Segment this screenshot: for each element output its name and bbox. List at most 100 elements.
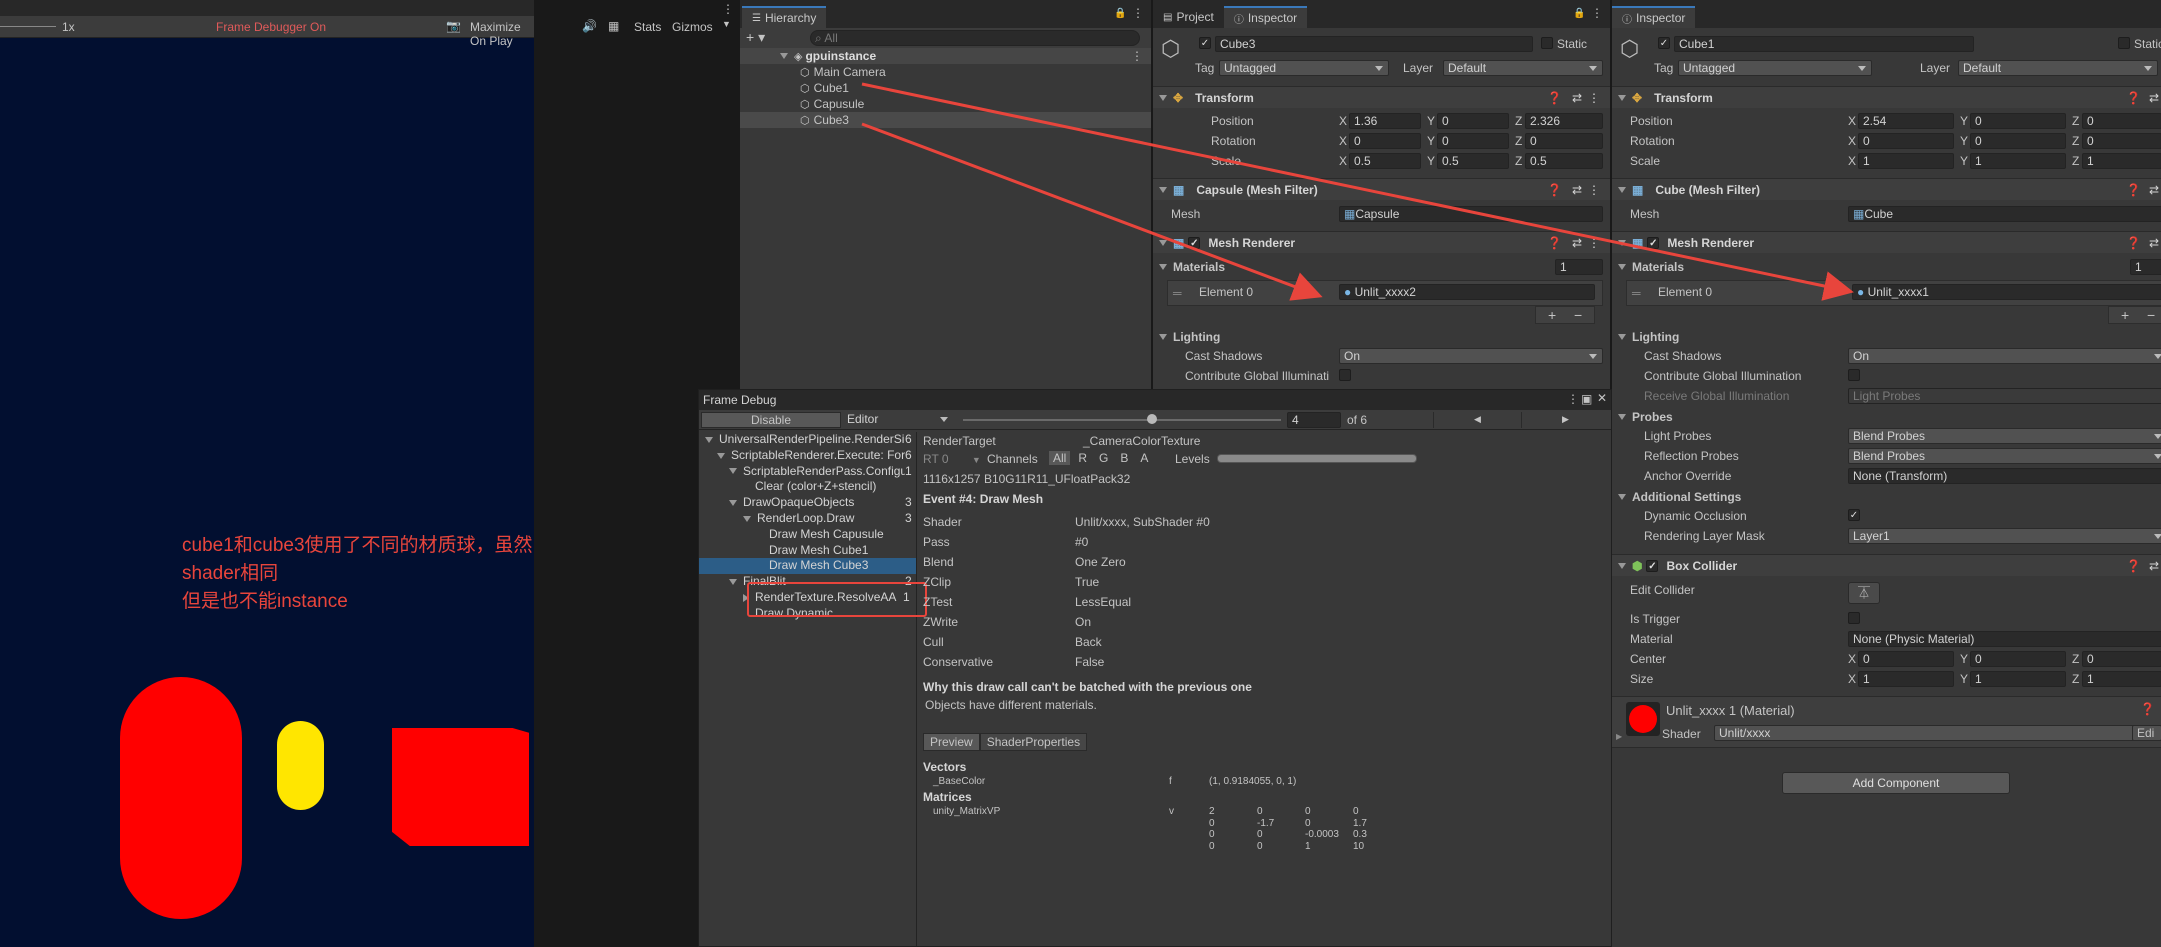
tab-shader-properties[interactable]: ShaderProperties <box>979 733 1088 751</box>
element0-field[interactable]: ● Unlit_xxxx2 <box>1339 284 1595 300</box>
mesh-renderer-enabled-checkbox[interactable]: ✓ <box>1188 236 1201 249</box>
anchor-override-field[interactable]: None (Transform) <box>1848 468 2161 484</box>
scale-y-field[interactable]: 0.5 <box>1437 153 1509 169</box>
hierarchy-item[interactable]: ⬡ Capusule <box>740 96 1151 112</box>
stats-button[interactable]: Stats <box>634 20 661 34</box>
cast-shadows-dropdown[interactable]: On <box>1848 348 2161 364</box>
mesh-renderer-enabled-checkbox[interactable]: ✓ <box>1647 236 1660 249</box>
tab-inspector[interactable]: ⓘ Inspector <box>1223 6 1308 28</box>
preset-icon[interactable]: ⇄ <box>2149 559 2159 573</box>
rendering-layer-mask-dropdown[interactable]: Layer1 <box>1848 528 2161 544</box>
contribute-gi-checkbox[interactable] <box>1339 369 1351 381</box>
layer-dropdown[interactable]: Default <box>1958 60 2158 76</box>
channel-b-button[interactable]: B <box>1114 451 1134 465</box>
add-element-button[interactable]: + <box>1548 307 1556 323</box>
audio-icon[interactable]: 🔊 <box>582 19 597 33</box>
remove-element-button[interactable]: − <box>2147 307 2155 323</box>
drag-handle-icon[interactable]: ═ <box>1632 286 1641 300</box>
menu-dots-icon[interactable]: ⋮ <box>1132 6 1144 20</box>
preset-icon[interactable]: ⇄ <box>2149 236 2159 250</box>
hierarchy-item[interactable]: ⬡ Main Camera <box>740 64 1151 80</box>
transform-header[interactable]: ✥ Transform ❓ ⇄ <box>1612 86 2161 108</box>
help-icon[interactable]: ❓ <box>2140 702 2155 716</box>
event-slider-track[interactable] <box>963 419 1281 421</box>
event-slider-thumb[interactable] <box>1147 414 1157 424</box>
is-trigger-checkbox[interactable] <box>1848 612 1860 624</box>
size-y-field[interactable]: 1 <box>1970 671 2066 687</box>
collapse-arrow-icon[interactable]: ▶ <box>1616 732 1622 741</box>
object-name-field[interactable]: Cube1 <box>1674 36 1974 52</box>
mesh-filter-header[interactable]: ▦ Capsule (Mesh Filter) ❓ ⇄ ⋮ <box>1153 178 1610 200</box>
box-collider-header[interactable]: ⬢ ✓ Box Collider ❓ ⇄ <box>1612 554 2161 576</box>
mesh-renderer-header[interactable]: ▦ ✓ Mesh Renderer ❓ ⇄ ⋮ <box>1153 231 1610 253</box>
expand-arrow-icon[interactable] <box>729 579 737 586</box>
add-component-button[interactable]: Add Component <box>1782 772 2010 794</box>
scale-slider[interactable] <box>0 26 56 27</box>
element0-field[interactable]: ● Unlit_xxxx1 <box>1852 284 2161 300</box>
tree-row[interactable]: Draw Mesh Cube1 <box>699 543 916 559</box>
transform-header[interactable]: ✥ Transform ❓ ⇄ ⋮ <box>1153 86 1610 108</box>
object-name-field[interactable]: Cube3 <box>1215 36 1533 52</box>
help-icon[interactable]: ❓ <box>1547 236 1562 250</box>
light-probes-dropdown[interactable]: Blend Probes <box>1848 428 2161 444</box>
active-checkbox[interactable]: ✓ <box>1199 37 1211 49</box>
levels-slider[interactable] <box>1217 454 1417 463</box>
maximize-icon[interactable]: ▣ <box>1581 392 1592 406</box>
scale-y-field[interactable]: 1 <box>1970 153 2066 169</box>
tab-project[interactable]: ▤ Project <box>1153 6 1224 28</box>
contribute-gi-checkbox[interactable] <box>1848 369 1860 381</box>
expand-arrow-icon[interactable] <box>729 500 737 507</box>
scale-x-field[interactable]: 0.5 <box>1349 153 1421 169</box>
physic-material-field[interactable]: None (Physic Material) <box>1848 631 2161 647</box>
channel-g-button[interactable]: G <box>1093 451 1114 465</box>
add-button[interactable]: + ▾ <box>746 29 765 46</box>
expand-arrow-icon[interactable] <box>705 436 713 443</box>
camera-icon[interactable]: 📷 <box>446 19 461 33</box>
expand-arrow-icon[interactable] <box>729 468 737 475</box>
size-x-field[interactable]: 1 <box>1858 671 1954 687</box>
mesh-field[interactable]: ▦Capsule <box>1339 206 1603 222</box>
tree-row[interactable]: Clear (color+Z+stencil) <box>699 479 916 495</box>
rotation-y-field[interactable]: 0 <box>1437 133 1509 149</box>
menu-dots-icon[interactable]: ⋮ <box>1591 6 1603 20</box>
probes-row[interactable]: Probes <box>1612 408 2161 426</box>
rotation-y-field[interactable]: 0 <box>1970 133 2066 149</box>
position-y-field[interactable]: 0 <box>1970 113 2066 129</box>
additional-settings-row[interactable]: Additional Settings <box>1612 488 2161 506</box>
rotation-z-field[interactable]: 0 <box>2082 133 2161 149</box>
position-x-field[interactable]: 2.54 <box>1858 113 1954 129</box>
edit-collider-button[interactable]: ⏄ <box>1848 582 1880 604</box>
game-menu-icon[interactable]: ⋮ <box>722 2 734 16</box>
help-icon[interactable]: ❓ <box>2126 91 2141 105</box>
help-icon[interactable]: ❓ <box>2126 183 2141 197</box>
center-y-field[interactable]: 0 <box>1970 651 2066 667</box>
materials-row[interactable]: Materials <box>1612 258 2161 276</box>
lock-icon[interactable]: 🔒 <box>1573 8 1585 19</box>
layer-dropdown[interactable]: Default <box>1443 60 1603 76</box>
prev-event-button[interactable]: ◀ <box>1433 412 1521 428</box>
center-z-field[interactable]: 0 <box>2082 651 2161 667</box>
static-checkbox[interactable] <box>1541 37 1553 49</box>
hierarchy-search-input[interactable]: ⌕ All <box>810 30 1140 46</box>
drag-handle-icon[interactable]: ═ <box>1173 286 1182 300</box>
help-icon[interactable]: ❓ <box>1547 91 1562 105</box>
shader-edit-button[interactable]: Edi <box>2132 725 2161 741</box>
hierarchy-item[interactable]: ⬡ Cube1 <box>740 80 1151 96</box>
tag-dropdown[interactable]: Untagged <box>1219 60 1389 76</box>
lighting-row[interactable]: Lighting <box>1153 328 1610 346</box>
position-y-field[interactable]: 0 <box>1437 113 1509 129</box>
lighting-row[interactable]: Lighting <box>1612 328 2161 346</box>
tree-row[interactable]: DrawOpaqueObjects 3 <box>699 495 916 511</box>
tab-preview[interactable]: Preview <box>923 733 980 751</box>
mesh-renderer-header[interactable]: ▦ ✓ Mesh Renderer ❓ ⇄ <box>1612 231 2161 253</box>
close-icon[interactable]: ✕ <box>1597 391 1607 405</box>
position-z-field[interactable]: 2.326 <box>1525 113 1603 129</box>
position-x-field[interactable]: 1.36 <box>1349 113 1421 129</box>
scale-z-field[interactable]: 0.5 <box>1525 153 1603 169</box>
scene-row[interactable]: ◈ gpuinstance ⋮ <box>740 48 1151 64</box>
materials-count-field[interactable]: 1 <box>1555 259 1603 275</box>
preset-icon[interactable]: ⇄ <box>2149 91 2159 105</box>
remove-element-button[interactable]: − <box>1574 307 1582 323</box>
dynamic-occlusion-checkbox[interactable]: ✓ <box>1848 509 1860 521</box>
channel-all-button[interactable]: All <box>1049 451 1071 465</box>
